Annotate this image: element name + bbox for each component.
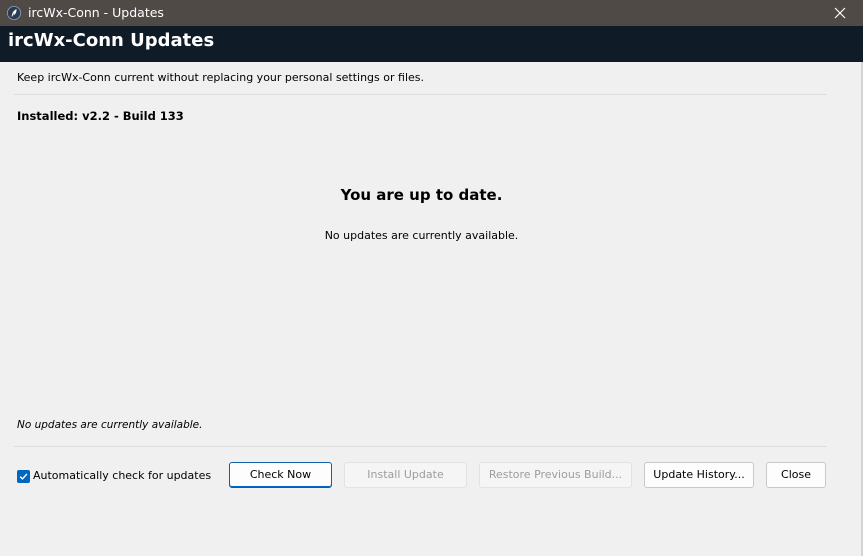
updates-window: ircWx-Conn - Updates ircWx-Conn Updates … — [0, 0, 863, 556]
update-history-button[interactable]: Update History... — [644, 462, 754, 488]
installed-version: Installed: v2.2 - Build 133 — [17, 109, 184, 123]
checkbox-box[interactable] — [17, 469, 30, 483]
bottom-divider — [14, 446, 827, 447]
check-now-button[interactable]: Check Now — [229, 462, 332, 488]
top-divider — [14, 94, 827, 95]
close-icon — [834, 7, 846, 19]
auto-check-label[interactable]: Automatically check for updates — [33, 469, 211, 483]
description-text: Keep ircWx-Conn current without replacin… — [17, 71, 424, 84]
status-message: No updates are currently available. — [17, 419, 203, 431]
auto-check-checkbox[interactable]: Automatically check for updates — [17, 469, 211, 483]
status-headline: You are up to date. — [340, 186, 503, 204]
window-title: ircWx-Conn - Updates — [28, 5, 164, 20]
banner-title: ircWx-Conn Updates — [8, 30, 215, 51]
checkmark-icon — [19, 473, 28, 480]
feather-icon — [7, 5, 21, 20]
header-banner: ircWx-Conn Updates — [0, 26, 863, 62]
restore-previous-build-button[interactable]: Restore Previous Build... — [479, 462, 632, 488]
status-subline: No updates are currently available. — [324, 229, 519, 242]
window-close-button[interactable] — [817, 0, 863, 26]
title-bar[interactable]: ircWx-Conn - Updates — [0, 0, 863, 26]
install-update-button[interactable]: Install Update — [344, 462, 467, 488]
close-button[interactable]: Close — [766, 462, 826, 488]
